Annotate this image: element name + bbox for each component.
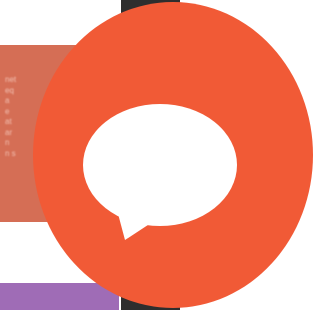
chat-button[interactable]: [33, 2, 313, 308]
chat-icon: [33, 2, 313, 308]
